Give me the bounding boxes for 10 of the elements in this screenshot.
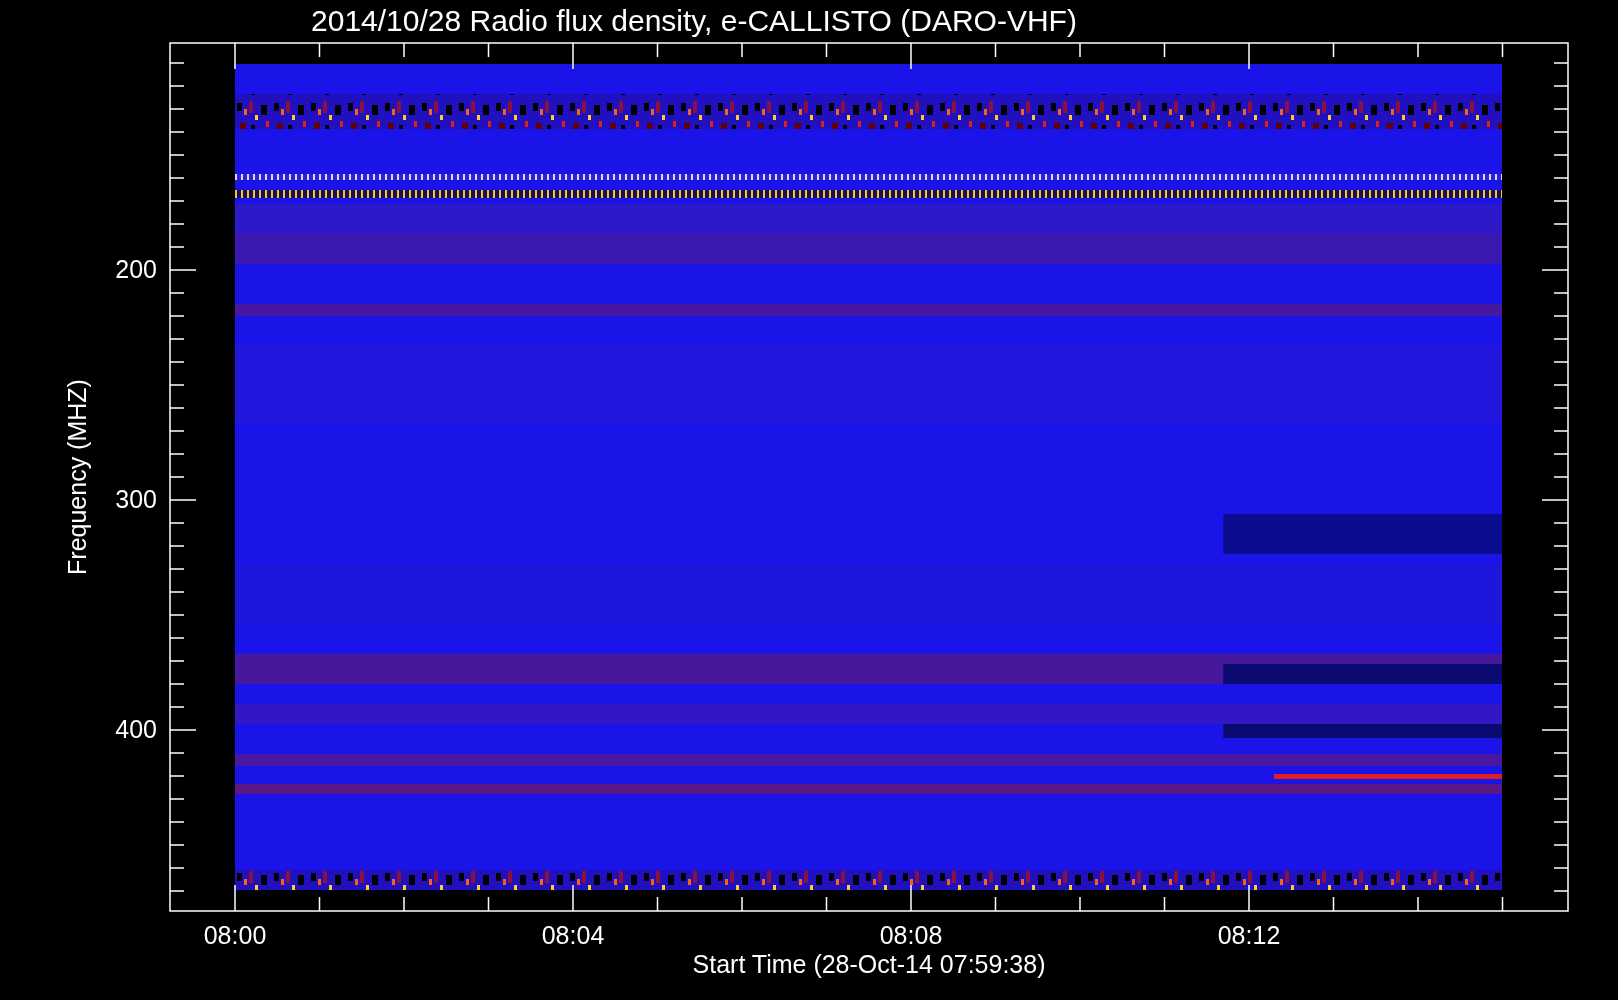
- tick-label: 300: [115, 487, 157, 512]
- tick-label: 200: [115, 257, 157, 282]
- tick-label: 08:08: [879, 923, 943, 948]
- tick-label: 08:00: [203, 923, 267, 948]
- tick-label: 08:04: [541, 923, 605, 948]
- y-axis-label: Frequency (MHZ): [64, 379, 90, 575]
- chart-title: 2014/10/28 Radio flux density, e-CALLISTO (DARO-VHF): [310, 6, 1078, 36]
- tick-label: 400: [115, 717, 157, 742]
- x-axis-label: Start Time (28-Oct-14 07:59:38): [691, 952, 1047, 977]
- tick-label: 08:12: [1217, 923, 1281, 948]
